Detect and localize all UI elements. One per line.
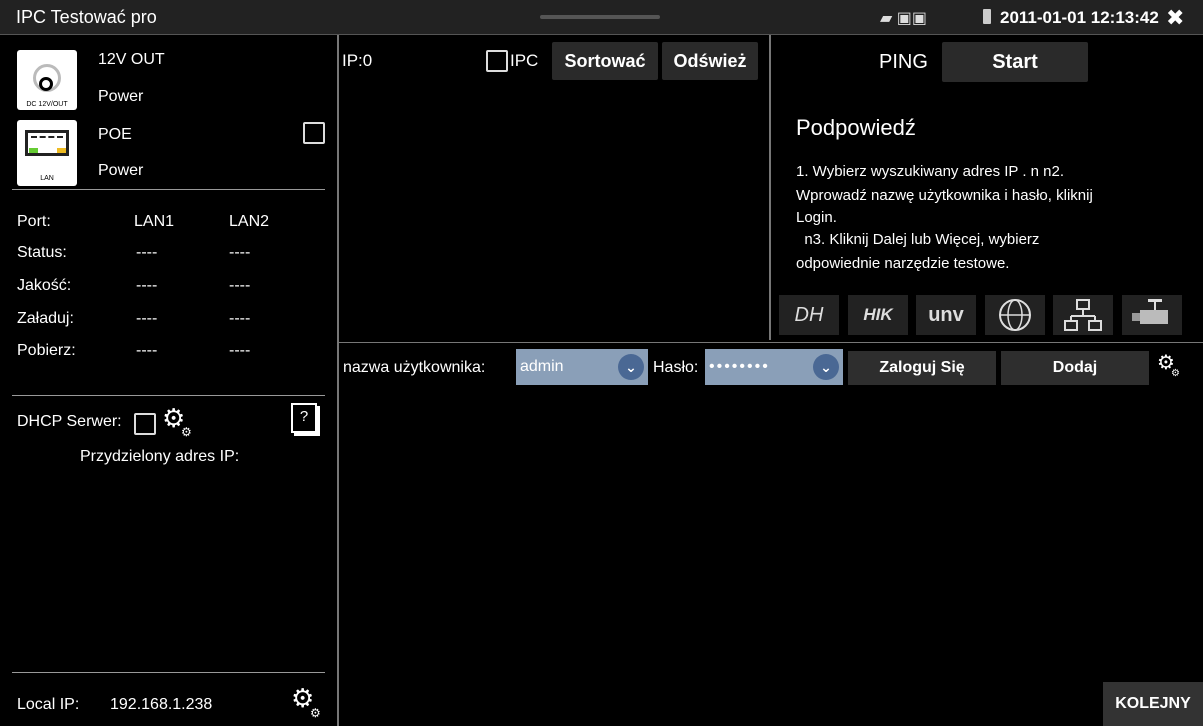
dc-12v-out-icon: DC 12V/OUT: [17, 50, 77, 110]
upload-label: Załaduj:: [17, 310, 74, 327]
refresh-button[interactable]: Odśwież: [662, 42, 758, 80]
ipc-label: IPC: [510, 51, 539, 70]
ip-list-panel: IP:0 IPC Sortować Odśwież: [339, 35, 771, 340]
quality-lan1: ----: [136, 277, 158, 294]
username-select[interactable]: admin ⌄: [516, 349, 648, 385]
dc-power: Power: [98, 88, 144, 105]
hint-text-line-2: Wprowadź nazwę użytkownika i hasło, klik…: [796, 187, 1093, 204]
hint-title: Podpowiedź: [796, 115, 916, 140]
close-button[interactable]: ✖: [1166, 5, 1184, 31]
local-ip-small-gear-icon: ⚙: [310, 706, 321, 720]
network-icon[interactable]: [1053, 295, 1113, 335]
help-book-icon[interactable]: ?: [291, 403, 317, 433]
download-lan1: ----: [136, 342, 158, 359]
assigned-ip-label: Przydzielony adres IP:: [80, 448, 240, 465]
port-header-lan2: LAN2: [229, 213, 270, 230]
hint-text-line-1: 1. Wybierz wyszukiwany adres IP . n n2.: [796, 163, 1065, 180]
password-label: Hasło:: [653, 359, 699, 376]
lan-icon: LAN: [17, 120, 77, 186]
dhcp-checkbox[interactable]: [134, 413, 156, 435]
port-header-label: Port:: [17, 213, 51, 230]
status-lan2: ----: [229, 244, 251, 261]
status-icons: ▰ ▣▣: [880, 10, 927, 27]
username-label: nazwa użytkownika:: [343, 359, 486, 376]
title-center-indicator: [540, 15, 660, 19]
password-field[interactable]: •••••••• ⌄: [705, 349, 843, 385]
app-title: IPC Testować pro: [16, 7, 157, 27]
status-label: Status:: [17, 244, 67, 261]
dahua-brand-icon[interactable]: DH: [779, 295, 839, 335]
ip-count: IP:0: [342, 51, 373, 70]
login-row: nazwa użytkownika: admin ⌄ Hasło: ••••••…: [339, 342, 1203, 391]
dc-label: 12V OUT: [98, 51, 165, 68]
left-panel: DC 12V/OUT 12V OUT Power LAN POE Power P…: [0, 35, 339, 726]
next-button[interactable]: KOLEJNY: [1103, 682, 1203, 726]
username-chevron-down-icon[interactable]: ⌄: [618, 354, 644, 380]
local-ip-label: Local IP:: [17, 696, 80, 713]
poe-label: POE: [98, 126, 132, 143]
download-label: Pobierz:: [17, 342, 76, 359]
divider: [12, 672, 325, 673]
login-settings-small-gear-icon: ⚙: [1171, 368, 1180, 379]
lan-icon-caption: LAN: [40, 175, 54, 182]
username-value: admin: [520, 358, 564, 375]
ipc-checkbox[interactable]: [486, 50, 508, 72]
dhcp-settings-small-gear-icon: ⚙: [181, 425, 192, 439]
add-button[interactable]: Dodaj: [1001, 351, 1149, 385]
dhcp-label: DHCP Serwer:: [17, 413, 122, 430]
upload-lan2: ----: [229, 310, 251, 327]
poe-power: Power: [98, 162, 144, 179]
hikvision-brand-icon[interactable]: HIK: [848, 295, 908, 335]
poe-checkbox[interactable]: [303, 122, 325, 144]
download-lan2: ----: [229, 342, 251, 359]
divider: [12, 395, 325, 396]
camera-icon[interactable]: [1122, 295, 1182, 335]
port-header-lan1: LAN1: [134, 213, 175, 230]
quality-lan2: ----: [229, 277, 251, 294]
login-button[interactable]: Zaloguj Się: [848, 351, 996, 385]
uniview-brand-icon[interactable]: unv: [916, 295, 976, 335]
title-bar: IPC Testować pro ▰ ▣▣ 2011-01-01 12:13:4…: [0, 0, 1203, 35]
divider: [12, 189, 325, 190]
battery-icon: [983, 9, 991, 24]
hint-text-line-4: n3. Kliknij Dalej lub Więcej, wybierz: [796, 231, 1040, 248]
hint-text-line-5: odpowiednie narzędzie testowe.: [796, 255, 1010, 272]
sort-button[interactable]: Sortować: [552, 42, 658, 80]
dc-icon-caption: DC 12V/OUT: [26, 101, 68, 108]
password-chevron-down-icon[interactable]: ⌄: [813, 354, 839, 380]
upload-lan1: ----: [136, 310, 158, 327]
password-value: ••••••••: [709, 358, 770, 375]
status-lan1: ----: [136, 244, 158, 261]
ping-panel: PING Start Podpowiedź 1. Wybierz wyszuki…: [771, 35, 1203, 340]
datetime: 2011-01-01 12:13:42: [1000, 8, 1159, 27]
local-ip-value: 192.168.1.238: [110, 696, 213, 713]
hint-text-line-3: Login.: [796, 209, 837, 226]
globe-icon[interactable]: [985, 295, 1045, 335]
ping-label: PING: [879, 51, 928, 73]
ping-start-button[interactable]: Start: [942, 42, 1088, 82]
quality-label: Jakość:: [17, 277, 72, 294]
